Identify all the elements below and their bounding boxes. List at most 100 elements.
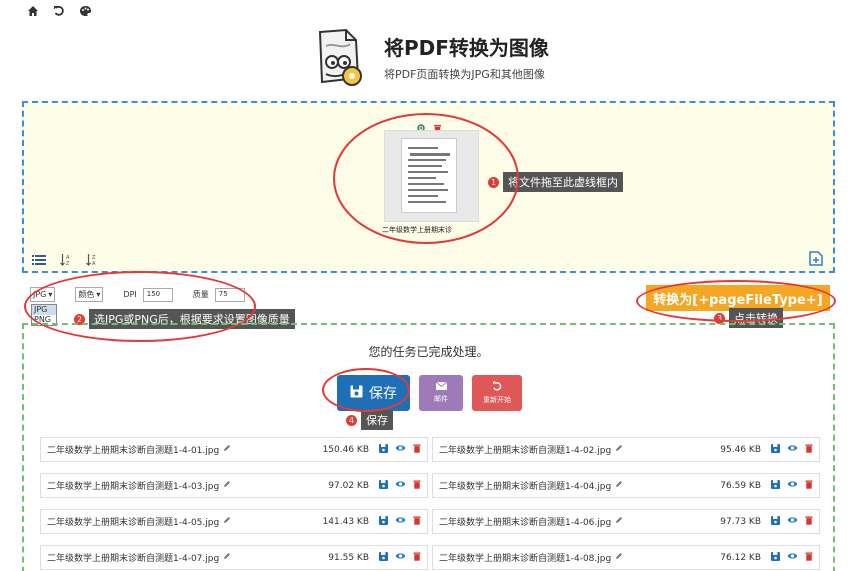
add-file-icon[interactable] (809, 251, 823, 270)
trash-icon[interactable] (805, 480, 813, 492)
trash-icon[interactable] (805, 552, 813, 564)
pencil-icon[interactable] (615, 444, 623, 455)
eye-icon[interactable] (395, 552, 406, 563)
quality-input[interactable]: 75 (214, 287, 245, 302)
file-name: 二年级数学上册期末诊断自测题1-4-05.jpg (47, 518, 220, 528)
file-name: 二年级数学上册期末诊断自测题1-4-08.jpg (439, 554, 612, 564)
envelope-icon (435, 381, 447, 392)
file-size: 91.55 KB (328, 552, 369, 563)
pencil-icon[interactable] (223, 480, 231, 491)
restart-label: 重新开始 (483, 396, 511, 404)
conversion-options: JPG ▾ 颜色 ▾ DPI 150 质量 75 (30, 287, 245, 302)
file-row: 二年级数学上册期末诊断自测题1-4-08.jpg 76.12 KB (432, 545, 820, 570)
chevron-down-icon: ▾ (96, 290, 101, 299)
file-name-cell: 二年级数学上册期末诊断自测题1-4-07.jpg (47, 551, 307, 564)
file-name: 二年级数学上册期末诊断自测题1-4-06.jpg (439, 518, 612, 528)
trash-icon[interactable] (413, 552, 421, 564)
file-name-cell: 二年级数学上册期末诊断自测题1-4-05.jpg (47, 515, 307, 528)
floppy-disk-icon[interactable] (771, 443, 780, 456)
file-row: 二年级数学上册期末诊断自测题1-4-03.jpg 97.02 KB (40, 473, 428, 498)
trash-icon[interactable] (413, 444, 421, 456)
file-row: 二年级数学上册期末诊断自测题1-4-06.jpg 97.73 KB (432, 509, 820, 534)
file-size: 76.12 KB (720, 552, 761, 563)
dpi-input[interactable]: 150 (142, 287, 173, 302)
hint-number: 1 (488, 176, 499, 188)
trash-icon[interactable] (805, 516, 813, 528)
page-title: 将PDF转换为图像 (384, 36, 549, 60)
file-name-cell: 二年级数学上册期末诊断自测题1-4-01.jpg (47, 443, 307, 456)
file-actions (379, 515, 421, 528)
file-name-cell: 二年级数学上册期末诊断自测题1-4-04.jpg (439, 479, 699, 492)
format-option-jpg[interactable]: JPG (32, 305, 56, 315)
palette-icon[interactable] (78, 4, 92, 18)
trash-icon[interactable] (805, 444, 813, 456)
floppy-disk-icon[interactable] (771, 515, 780, 528)
pencil-icon[interactable] (615, 552, 623, 563)
trash-icon[interactable] (413, 480, 421, 492)
eye-icon[interactable] (395, 444, 406, 455)
pencil-icon[interactable] (223, 552, 231, 563)
file-name: 二年级数学上册期末诊断自测题1-4-01.jpg (47, 446, 220, 456)
pencil-icon[interactable] (615, 516, 623, 527)
eye-icon[interactable] (787, 552, 798, 563)
results-panel: 您的任务已完成处理。 保存 邮件 重新开始 4 保存 二年级数学上册期末诊断自测… (22, 323, 835, 571)
floppy-disk-icon[interactable] (379, 443, 388, 456)
floppy-disk-icon[interactable] (379, 479, 388, 492)
format-value: JPG (33, 290, 47, 299)
color-select[interactable]: 颜色 ▾ (75, 287, 104, 302)
mail-button[interactable]: 邮件 (419, 375, 463, 411)
hint-drop: 1 将文件拖至此虚线框内 (488, 172, 623, 192)
floppy-disk-icon (350, 385, 363, 402)
sort-descending-icon[interactable]: ZA (86, 251, 98, 270)
eye-icon[interactable] (787, 516, 798, 527)
floppy-disk-icon[interactable] (771, 551, 780, 564)
page-subtitle: 将PDF页面转换为JPG和其他图像 (384, 68, 545, 81)
thumbnail-filename: 二年级数学上册期末诊 (382, 226, 452, 234)
list-view-icon[interactable] (32, 251, 46, 270)
file-name: 二年级数学上册期末诊断自测题1-4-03.jpg (47, 482, 220, 492)
eye-icon[interactable] (787, 480, 798, 491)
save-button[interactable]: 保存 (337, 375, 410, 411)
floppy-disk-icon[interactable] (379, 551, 388, 564)
trash-icon[interactable] (413, 516, 421, 528)
dropzone-sort-tools: AZ ZA (32, 251, 98, 270)
file-actions (379, 551, 421, 564)
color-value: 颜色 (78, 290, 95, 299)
pencil-icon[interactable] (223, 444, 231, 455)
file-size: 76.59 KB (720, 480, 761, 491)
floppy-disk-icon[interactable] (379, 515, 388, 528)
quality-label: 质量 (192, 290, 209, 299)
hint-save: 4 保存 (346, 410, 393, 430)
pencil-icon[interactable] (223, 516, 231, 527)
format-select[interactable]: JPG ▾ (30, 287, 56, 302)
file-row: 二年级数学上册期末诊断自测题1-4-05.jpg 141.43 KB (40, 509, 428, 534)
hint-number: 4 (346, 414, 357, 426)
file-row: 二年级数学上册期末诊断自测题1-4-04.jpg 76.59 KB (432, 473, 820, 498)
file-actions (771, 443, 813, 456)
save-label: 保存 (369, 386, 397, 402)
file-actions (379, 443, 421, 456)
svg-text:A: A (92, 261, 96, 266)
task-done-message: 您的任务已完成处理。 (368, 345, 489, 359)
hint-text: 将文件拖至此虚线框内 (503, 172, 623, 192)
sort-ascending-icon[interactable]: AZ (60, 251, 72, 270)
converted-file-list: 二年级数学上册期末诊断自测题1-4-01.jpg 150.46 KB 二年级数学… (40, 437, 820, 570)
restart-button[interactable]: 重新开始 (472, 375, 522, 411)
page-header: 将PDF转换为图像 将PDF页面转换为JPG和其他图像 (312, 26, 612, 96)
undo-icon[interactable] (52, 4, 66, 18)
mail-label: 邮件 (434, 395, 448, 403)
floppy-disk-icon[interactable] (771, 479, 780, 492)
home-icon[interactable] (26, 4, 40, 18)
pencil-icon[interactable] (615, 480, 623, 491)
file-actions (379, 479, 421, 492)
pdf-thumbnail[interactable] (384, 130, 479, 222)
file-size: 150.46 KB (322, 444, 369, 455)
eye-icon[interactable] (395, 516, 406, 527)
file-dropzone[interactable]: 二年级数学上册期末诊 1 将文件拖至此虚线框内 AZ ZA (22, 101, 835, 273)
eye-icon[interactable] (787, 444, 798, 455)
file-name-cell: 二年级数学上册期末诊断自测题1-4-02.jpg (439, 443, 699, 456)
file-name-cell: 二年级数学上册期末诊断自测题1-4-08.jpg (439, 551, 699, 564)
file-size: 95.46 KB (720, 444, 761, 455)
eye-icon[interactable] (395, 480, 406, 491)
file-row: 二年级数学上册期末诊断自测题1-4-07.jpg 91.55 KB (40, 545, 428, 570)
